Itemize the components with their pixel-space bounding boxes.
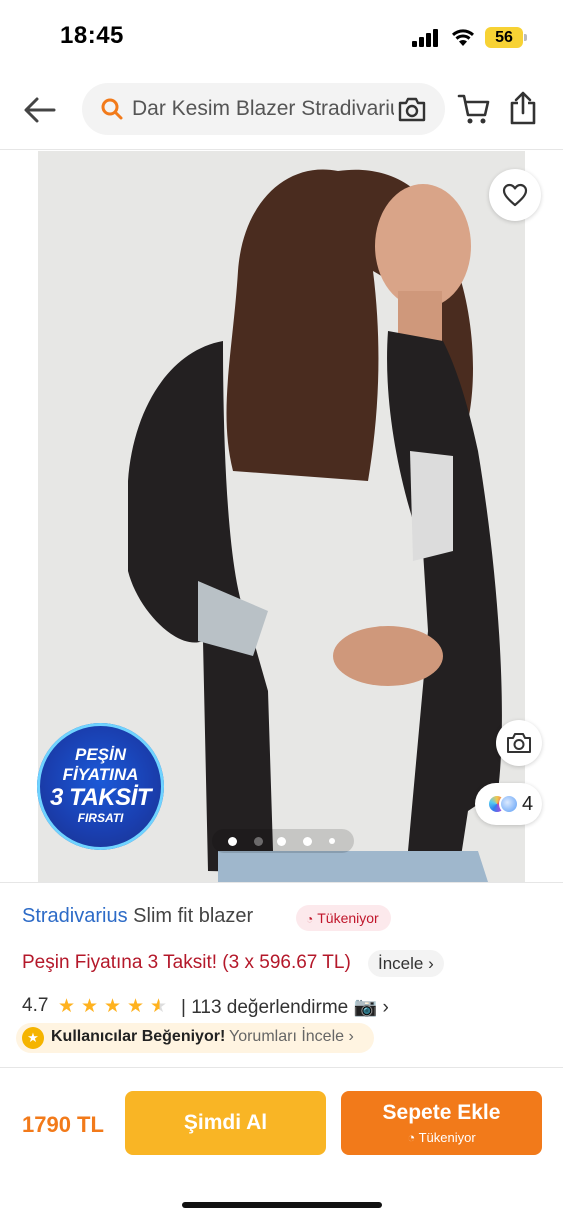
signal-icon: [412, 29, 440, 47]
product-gallery[interactable]: PEŞİN FİYATINA 3 TAKSİT FIRSATI 4: [0, 151, 563, 882]
installment-text: Peşin Fiyatına 3 Taksit! (3 x 596.67 TL): [22, 952, 351, 973]
status-time: 18:45: [60, 22, 124, 49]
half-star-icon: ★: [150, 996, 168, 1017]
page-dot[interactable]: [254, 837, 263, 846]
share-icon[interactable]: [508, 90, 538, 126]
favorite-button[interactable]: [489, 169, 541, 221]
back-arrow-icon[interactable]: [20, 90, 60, 130]
heart-icon: [502, 183, 528, 207]
see-reviews-link[interactable]: Yorumları İncele ›: [229, 1028, 354, 1046]
product-info: Stradivarius Slim fit blazer ◔ Tükeniyor …: [0, 882, 563, 1066]
likes-label: Kullanıcılar Beğeniyor!: [51, 1028, 226, 1045]
user-likes-banner[interactable]: ★ Kullanıcılar Beğeniyor! Yorumları İnce…: [16, 1023, 374, 1053]
search-query[interactable]: Dar Kesim Blazer Stradivarius: [132, 97, 394, 121]
add-to-cart-button[interactable]: Sepete Ekle ◔ Tükeniyor: [341, 1091, 542, 1155]
installment-campaign-badge[interactable]: PEŞİN FİYATINA 3 TAKSİT FIRSATI: [37, 723, 164, 850]
cart-icon[interactable]: [457, 92, 491, 126]
color-swatch-blue: [499, 794, 519, 814]
badge-line-3: 3 TAKSİT: [50, 784, 151, 811]
star-icon: ★: [58, 996, 76, 1017]
visual-search-button[interactable]: [496, 720, 542, 766]
badge-line-2: FİYATINA: [62, 765, 139, 784]
search-bar[interactable]: Dar Kesim Blazer Stradivarius: [82, 83, 445, 135]
star-badge-icon: ★: [22, 1027, 44, 1049]
page-dot[interactable]: [303, 837, 312, 846]
battery-tip: [524, 34, 527, 41]
price: 1790 TL: [22, 1112, 104, 1137]
product-title: Stradivarius Slim fit blazer: [22, 905, 253, 928]
search-header: Dar Kesim Blazer Stradivarius: [0, 72, 563, 150]
badge-line-4: FIRSATI: [77, 811, 124, 825]
add-to-cart-stock-text: Tükeniyor: [418, 1130, 476, 1145]
reviews-link[interactable]: | 113 değerlendirme 📷 ›: [181, 995, 389, 1019]
status-bar: 18:45 56: [0, 0, 563, 72]
color-count: 4: [522, 793, 534, 815]
stock-status-badge: ◔ Tükeniyor: [296, 905, 391, 931]
installment-details-button[interactable]: İncele ›: [368, 950, 444, 977]
page-dot[interactable]: [277, 837, 286, 846]
add-to-cart-label: Sepete Ekle: [382, 1101, 501, 1124]
badge-line-1: PEŞİN: [74, 745, 127, 764]
page-dot[interactable]: [228, 837, 237, 846]
buy-now-button[interactable]: Şimdi Al: [125, 1091, 326, 1155]
stock-status-text: Tükeniyor: [317, 910, 379, 926]
battery-level: 56: [485, 27, 523, 48]
star-icon: ★: [127, 996, 145, 1017]
wifi-icon: [452, 29, 474, 46]
rating-value: 4.7: [22, 995, 49, 1016]
page-dot[interactable]: [329, 838, 335, 844]
image-pagination[interactable]: [212, 829, 354, 853]
camera-search-icon[interactable]: [396, 94, 428, 124]
home-indicator[interactable]: [182, 1202, 382, 1208]
brand-link[interactable]: Stradivarius: [22, 905, 128, 927]
clock-icon: ◔: [306, 912, 314, 926]
star-icon: ★: [104, 996, 122, 1017]
color-options-button[interactable]: 4: [475, 783, 542, 825]
star-icon: ★: [81, 996, 99, 1017]
camera-icon: [507, 733, 531, 753]
search-icon: [101, 98, 123, 120]
add-to-cart-stock: ◔ Tükeniyor: [407, 1130, 476, 1145]
purchase-bar: 1790 TL Şimdi Al Sepete Ekle ◔ Tükeniyor: [0, 1067, 563, 1219]
product-name: Slim fit blazer: [127, 905, 254, 927]
